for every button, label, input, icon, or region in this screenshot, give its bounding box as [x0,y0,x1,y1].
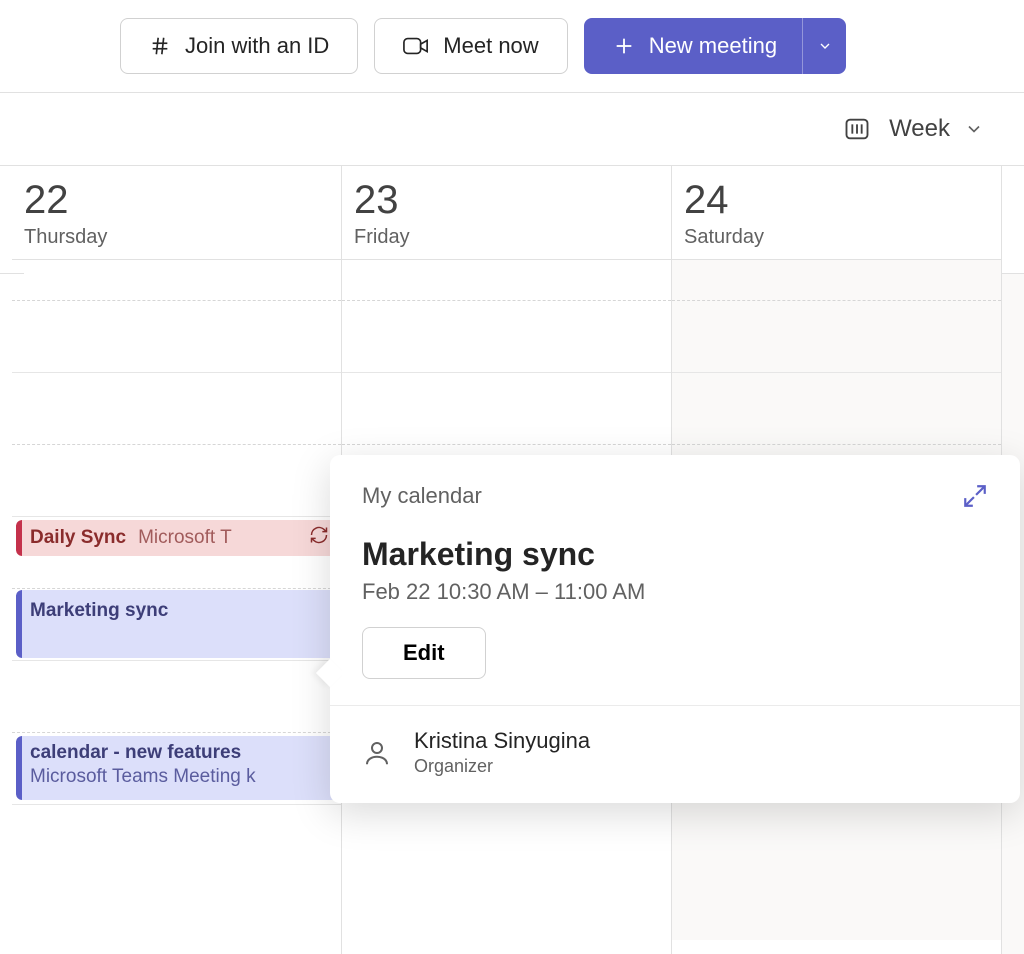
popover-title: Marketing sync [330,514,1020,579]
day-number: 23 [354,180,659,220]
event-title: Marketing sync [30,600,168,622]
popover-time: Feb 22 10:30 AM – 11:00 AM [330,579,1020,627]
video-icon [403,35,429,57]
day-name: Friday [354,226,659,249]
organizer-row[interactable]: Kristina Sinyugina Organizer [330,706,1020,803]
day-header[interactable]: 24 Saturday [672,166,1001,260]
day-name: Thursday [24,226,329,249]
week-view-icon [843,115,871,143]
event-title: calendar - new features [30,742,327,764]
edit-button[interactable]: Edit [362,627,486,679]
organizer-role: Organizer [414,756,590,777]
expand-icon[interactable] [962,483,988,514]
event-subtitle: Microsoft T [138,527,232,549]
event-marketing-sync[interactable]: Marketing sync [16,590,337,658]
new-meeting-label: New meeting [649,33,777,59]
day-header[interactable]: 23 Friday [342,166,671,260]
join-with-id-label: Join with an ID [185,33,329,59]
event-popover: My calendar Marketing sync Feb 22 10:30 … [330,455,1020,803]
view-label: Week [889,115,950,143]
meet-now-label: Meet now [443,33,538,59]
day-body[interactable]: Daily Sync Microsoft T Marketing sync ca… [12,260,341,940]
chevron-down-icon [817,38,833,54]
day-column-thursday: 22 Thursday Daily Sync Microsoft T [12,166,342,954]
gutter [0,166,12,954]
new-meeting-split-button: New meeting [584,18,846,74]
hash-icon [149,35,171,57]
view-row: Week [0,93,1024,165]
toolbar: Join with an ID Meet now New meeting [0,0,1024,93]
event-title: Daily Sync [30,527,126,549]
day-number: 22 [24,180,329,220]
meet-now-button[interactable]: Meet now [374,18,567,74]
view-picker[interactable]: Week [889,115,984,143]
person-icon [362,738,392,768]
day-name: Saturday [684,226,989,249]
recurring-icon [309,525,329,551]
event-new-features[interactable]: calendar - new features Microsoft Teams … [16,736,337,800]
join-with-id-button[interactable]: Join with an ID [120,18,358,74]
day-header[interactable]: 22 Thursday [12,166,341,260]
new-meeting-button[interactable]: New meeting [584,18,802,74]
event-daily-sync[interactable]: Daily Sync Microsoft T [16,520,337,556]
plus-icon [613,35,635,57]
new-meeting-dropdown[interactable] [802,18,846,74]
day-number: 24 [684,180,989,220]
event-subtitle: Microsoft Teams Meeting k [30,766,327,788]
calendar-name: My calendar [362,483,482,509]
chevron-down-icon [964,119,984,139]
organizer-name: Kristina Sinyugina [414,728,590,754]
